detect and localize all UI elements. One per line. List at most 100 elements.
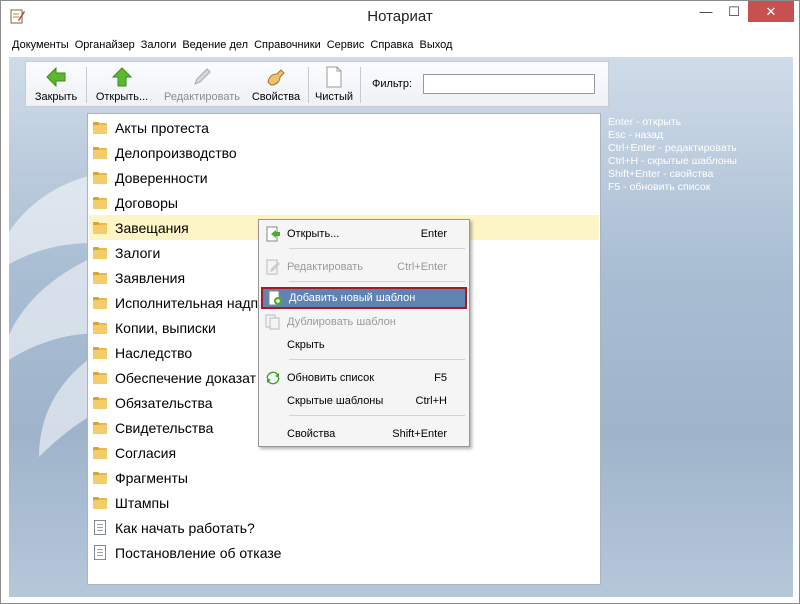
properties-icon [265,426,281,442]
open-button[interactable]: Открыть... [90,62,154,108]
document-icon [94,520,106,535]
list-item-label: Свидетельства [115,419,214,436]
folder-item[interactable]: Доверенности [89,165,599,190]
ctx-hidden-templates[interactable]: Скрытые шаблоны Ctrl+H [261,390,467,412]
list-item-label: Исполнительная надп [115,294,259,311]
folder-icon [93,346,107,359]
ctx-edit-key: Ctrl+Enter [397,261,447,273]
list-item-label: Завещания [115,219,189,236]
minimize-button[interactable]: — [692,1,720,22]
folder-icon [93,471,107,484]
ctx-hide[interactable]: Скрыть [261,334,467,356]
folder-icon [93,171,107,184]
shortcut-line: Ctrl+H - скрытые шаблоны [608,155,737,167]
folder-item[interactable]: Акты протеста [89,115,599,140]
list-item-label: Как начать работать? [115,519,255,536]
edit-button[interactable]: Редактировать [158,62,246,108]
list-item-label: Залоги [115,244,161,261]
ctx-add-template-label: Добавить новый шаблон [289,292,416,304]
ctx-properties[interactable]: Свойства Shift+Enter [261,423,467,445]
folder-icon [93,196,107,209]
menu-documents[interactable]: Документы [9,39,72,51]
list-item-label: Штампы [115,494,170,511]
folder-icon [93,121,107,134]
shortcut-line: Ctrl+Enter - редактировать [608,142,737,154]
menu-organizer[interactable]: Органайзер [72,39,138,51]
toolbar-separator [308,67,309,103]
ctx-refresh-label: Обновить список [287,372,375,384]
list-item-label: Договоры [115,194,178,211]
folder-icon [93,146,107,159]
ctx-properties-label: Свойства [287,428,336,440]
toolbar-separator [86,67,87,103]
close-window-button[interactable]: ✕ [748,1,794,22]
document-item[interactable]: Постановление об отказе [89,540,599,565]
menu-service[interactable]: Сервис [324,39,368,51]
folder-icon [93,271,107,284]
hidden-templates-icon [265,393,281,409]
close-label: Закрыть [34,91,78,103]
edit-doc-icon [265,259,281,275]
shortcut-line: Enter - открыть [608,116,682,128]
list-item-label: Копии, выписки [115,319,216,336]
document-item[interactable]: Как начать работать? [89,515,599,540]
list-item-label: Заявления [115,269,186,286]
folder-icon [93,321,107,334]
refresh-icon [265,370,281,386]
menu-pledges[interactable]: Залоги [138,39,180,51]
clean-button[interactable]: Чистый [312,62,356,108]
arrow-up-icon [110,64,134,90]
folder-item[interactable]: Договоры [89,190,599,215]
folder-item[interactable]: Штампы [89,490,599,515]
menu-bar: Документы Органайзер Залоги Ведение дел … [9,35,793,55]
app-window: Нотариат — ☐ ✕ Документы Органайзер Зало… [0,0,800,604]
folder-icon [93,246,107,259]
properties-button[interactable]: Свойства [248,62,304,108]
ctx-open-label: Открыть... [287,228,340,240]
duplicate-doc-icon [265,314,281,330]
close-button[interactable]: Закрыть [30,62,82,108]
toolbar: Закрыть Открыть... Редактировать Свойств [25,61,609,107]
edit-label: Редактировать [164,91,240,103]
ctx-open-key: Enter [420,228,447,240]
shortcut-line: Esc - назад [608,129,664,141]
list-item-label: Делопроизводство [115,144,237,161]
list-item-label: Доверенности [115,169,208,186]
shortcut-line: Shift+Enter - свойства [608,168,714,180]
pencil-icon [190,64,214,90]
new-doc-icon [267,290,283,306]
arrow-left-icon [44,64,68,90]
ctx-edit[interactable]: Редактировать Ctrl+Enter [261,256,467,278]
list-item-label: Обязательства [115,394,213,411]
ctx-open[interactable]: Открыть... Enter [261,223,467,245]
ctx-add-template[interactable]: Добавить новый шаблон [261,287,467,309]
clean-label: Чистый [314,91,354,103]
shortcut-help: Enter - открыть Esc - назад Ctrl+Enter -… [608,116,737,194]
document-icon [94,545,106,560]
ctx-duplicate[interactable]: Дублировать шаблон [261,311,467,333]
ctx-refresh[interactable]: Обновить список F5 [261,367,467,389]
ctx-hidden-templates-key: Ctrl+H [415,395,447,407]
main-content: Закрыть Открыть... Редактировать Свойств [9,57,793,597]
list-item-label: Обеспечение доказат [115,369,257,386]
title-bar[interactable]: Нотариат — ☐ ✕ [1,1,799,31]
shortcut-line: F5 - обновить список [608,181,711,193]
menu-case-management[interactable]: Ведение дел [179,39,251,51]
ctx-duplicate-label: Дублировать шаблон [287,316,396,328]
properties-label: Свойства [251,91,301,103]
folder-icon [93,446,107,459]
ctx-separator [289,415,465,416]
folder-icon [93,221,107,234]
list-item-label: Согласия [115,444,177,461]
toolbar-separator [360,67,361,103]
folder-item[interactable]: Фрагменты [89,465,599,490]
ctx-hidden-templates-label: Скрытые шаблоны [287,395,384,407]
menu-help[interactable]: Справка [367,39,416,51]
maximize-button[interactable]: ☐ [720,1,748,22]
menu-references[interactable]: Справочники [251,39,324,51]
menu-exit[interactable]: Выход [417,39,456,51]
properties-hand-icon [264,64,288,90]
hide-icon [265,337,281,353]
filter-input[interactable] [423,74,595,94]
folder-item[interactable]: Делопроизводство [89,140,599,165]
